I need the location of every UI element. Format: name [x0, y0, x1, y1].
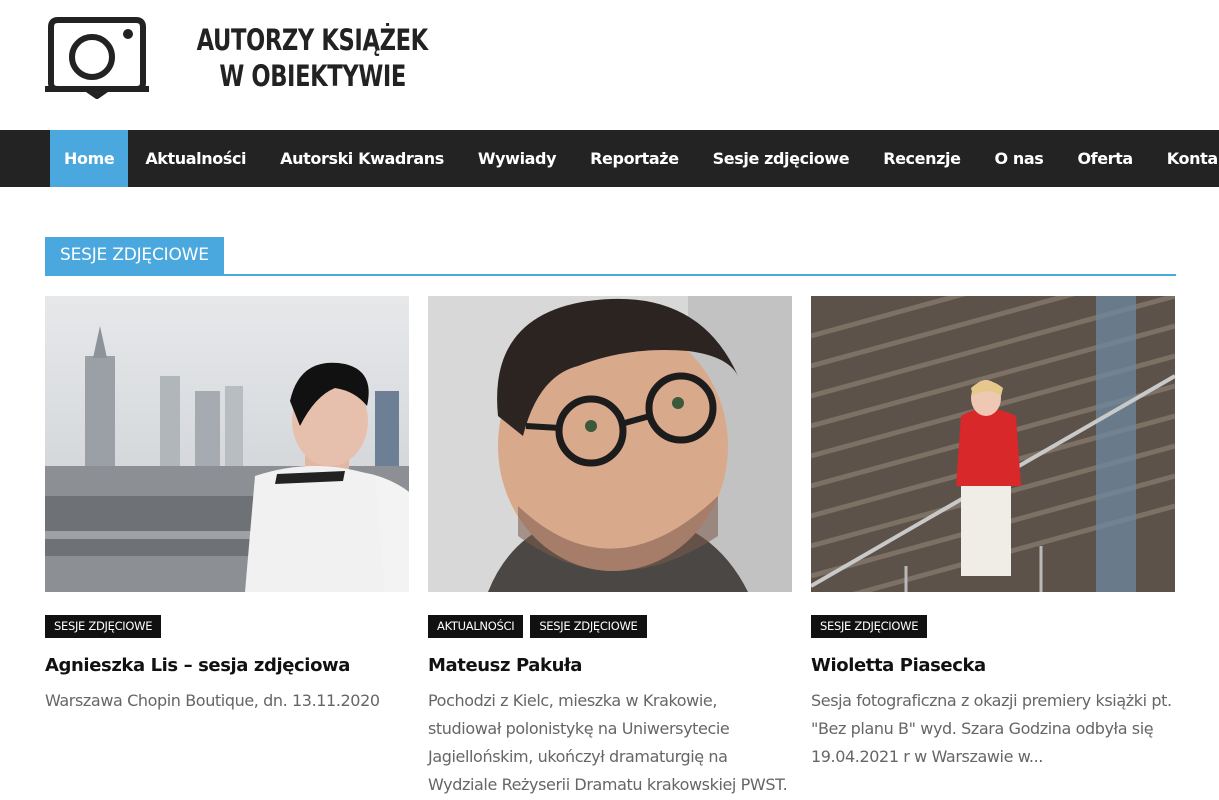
logo-line1: AUTORZY KSIĄŻEK [196, 23, 429, 57]
section-heading: SESJE ZDJĘCIOWE [45, 237, 1176, 276]
post-thumbnail[interactable] [45, 296, 409, 592]
nav-item-o-nas[interactable]: O nas [978, 130, 1061, 187]
post-card: SESJE ZDJĘCIOWE Agnieszka Lis – sesja zd… [45, 296, 409, 715]
post-image-wioletta-piasecka [811, 296, 1175, 592]
category-badge[interactable]: SESJE ZDJĘCIOWE [530, 615, 647, 638]
post-categories: SESJE ZDJĘCIOWE [811, 615, 1175, 638]
site-header: AUTORZY KSIĄŻEK W OBIEKTYWIE [0, 0, 1219, 130]
post-image-mateusz-pakula [428, 296, 792, 592]
post-title[interactable]: Agnieszka Lis – sesja zdjęciowa [45, 654, 409, 678]
category-badge[interactable]: SESJE ZDJĘCIOWE [811, 615, 928, 638]
nav-item-aktualnosci[interactable]: Aktualności [128, 130, 263, 187]
main-navigation: Home Aktualności Autorski Kwadrans Wywia… [0, 130, 1219, 187]
post-categories: SESJE ZDJĘCIOWE [45, 615, 409, 638]
nav-item-oferta[interactable]: Oferta [1060, 130, 1149, 187]
post-excerpt: Pochodzi z Kielc, mieszka w Krakowie, st… [428, 691, 788, 794]
category-badge[interactable]: AKTUALNOŚCI [428, 615, 524, 638]
post-excerpt: Sesja fotograficzna z okazji premiery ks… [811, 691, 1172, 766]
nav-item-home[interactable]: Home [50, 130, 129, 187]
post-card: SESJE ZDJĘCIOWE Wioletta Piasecka Sesja … [811, 296, 1175, 771]
post-title[interactable]: Wioletta Piasecka [811, 654, 1175, 678]
post-image-agnieszka-lis [45, 296, 409, 592]
site-logo[interactable]: AUTORZY KSIĄŻEK W OBIEKTYWIE [45, 16, 460, 100]
logo-text: AUTORZY KSIĄŻEK W OBIEKTYWIE [164, 22, 460, 94]
nav-item-sesje-zdjeciowe[interactable]: Sesje zdjęciowe [696, 130, 867, 187]
camera-book-icon [45, 17, 149, 99]
nav-item-autorski-kwadrans[interactable]: Autorski Kwadrans [263, 130, 461, 187]
nav-item-kontakt[interactable]: Kontakt [1150, 130, 1219, 187]
nav-item-recenzje[interactable]: Recenzje [866, 130, 977, 187]
post-title[interactable]: Mateusz Pakuła [428, 654, 792, 678]
section-title: SESJE ZDJĘCIOWE [45, 237, 224, 274]
post-thumbnail[interactable] [811, 296, 1175, 592]
post-categories: AKTUALNOŚCI SESJE ZDJĘCIOWE [428, 615, 792, 638]
post-thumbnail[interactable] [428, 296, 792, 592]
nav-item-wywiady[interactable]: Wywiady [461, 130, 573, 187]
nav-item-reportaze[interactable]: Reportaże [573, 130, 696, 187]
logo-line2: W OBIEKTYWIE [218, 59, 406, 93]
post-card: AKTUALNOŚCI SESJE ZDJĘCIOWE Mateusz Paku… [428, 296, 792, 799]
post-excerpt: Warszawa Chopin Boutique, dn. 13.11.2020 [45, 691, 380, 710]
category-badge[interactable]: SESJE ZDJĘCIOWE [45, 615, 162, 638]
